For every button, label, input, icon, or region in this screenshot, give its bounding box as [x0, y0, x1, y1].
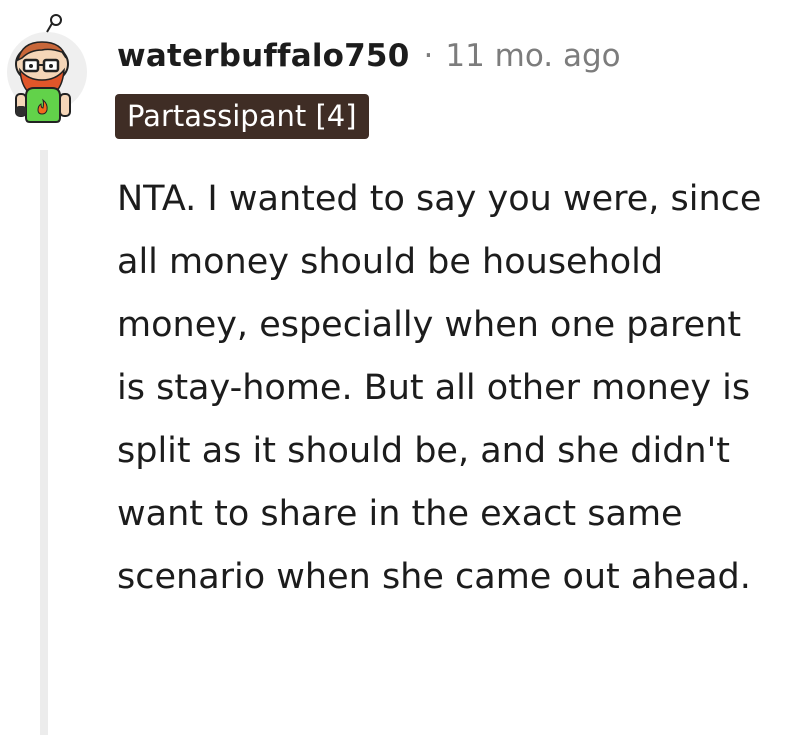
snoo-avatar-icon	[7, 14, 87, 123]
comment-header: waterbuffalo750 · 11 mo. ago	[117, 34, 621, 78]
author-name[interactable]: waterbuffalo750	[117, 38, 409, 74]
meta-separator: ·	[423, 38, 434, 74]
user-flair: Partassipant [4]	[115, 94, 369, 139]
comment: waterbuffalo750 · 11 mo. ago Partassipan…	[0, 0, 785, 735]
comment-timestamp[interactable]: 11 mo. ago	[445, 38, 620, 74]
thread-collapse-line[interactable]	[40, 150, 48, 735]
comment-body: NTA. I wanted to say you were, since all…	[117, 179, 762, 597]
avatar[interactable]	[4, 14, 90, 126]
